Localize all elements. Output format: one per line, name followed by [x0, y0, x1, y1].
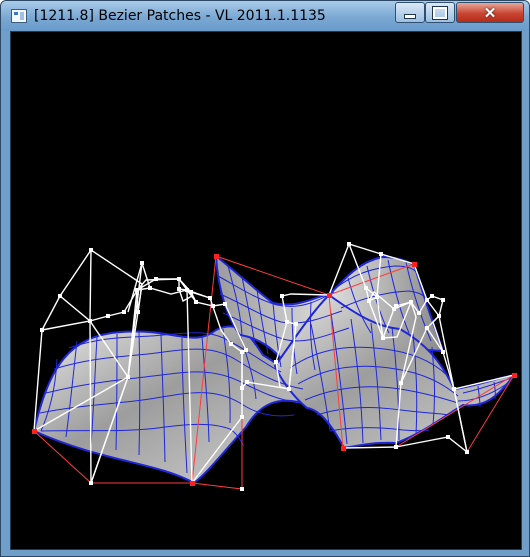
app-icon[interactable] — [11, 9, 27, 23]
application-window: [1211.8] Bezier Patches - VL 2011.1.1135… — [0, 0, 530, 557]
surface-patch-left — [32, 325, 305, 485]
maximize-icon — [432, 5, 448, 20]
title-bar[interactable]: [1211.8] Bezier Patches - VL 2011.1.1135… — [1, 1, 529, 31]
minimize-button[interactable] — [395, 2, 425, 23]
close-icon: ✕ — [483, 4, 497, 22]
minimize-icon — [404, 14, 416, 19]
render-viewport[interactable] — [10, 31, 522, 550]
window-title: [1211.8] Bezier Patches - VL 2011.1.1135 — [34, 8, 326, 24]
close-button[interactable]: ✕ — [456, 2, 524, 23]
maximize-button[interactable] — [425, 2, 455, 23]
bezier-patches-scene — [32, 242, 517, 491]
